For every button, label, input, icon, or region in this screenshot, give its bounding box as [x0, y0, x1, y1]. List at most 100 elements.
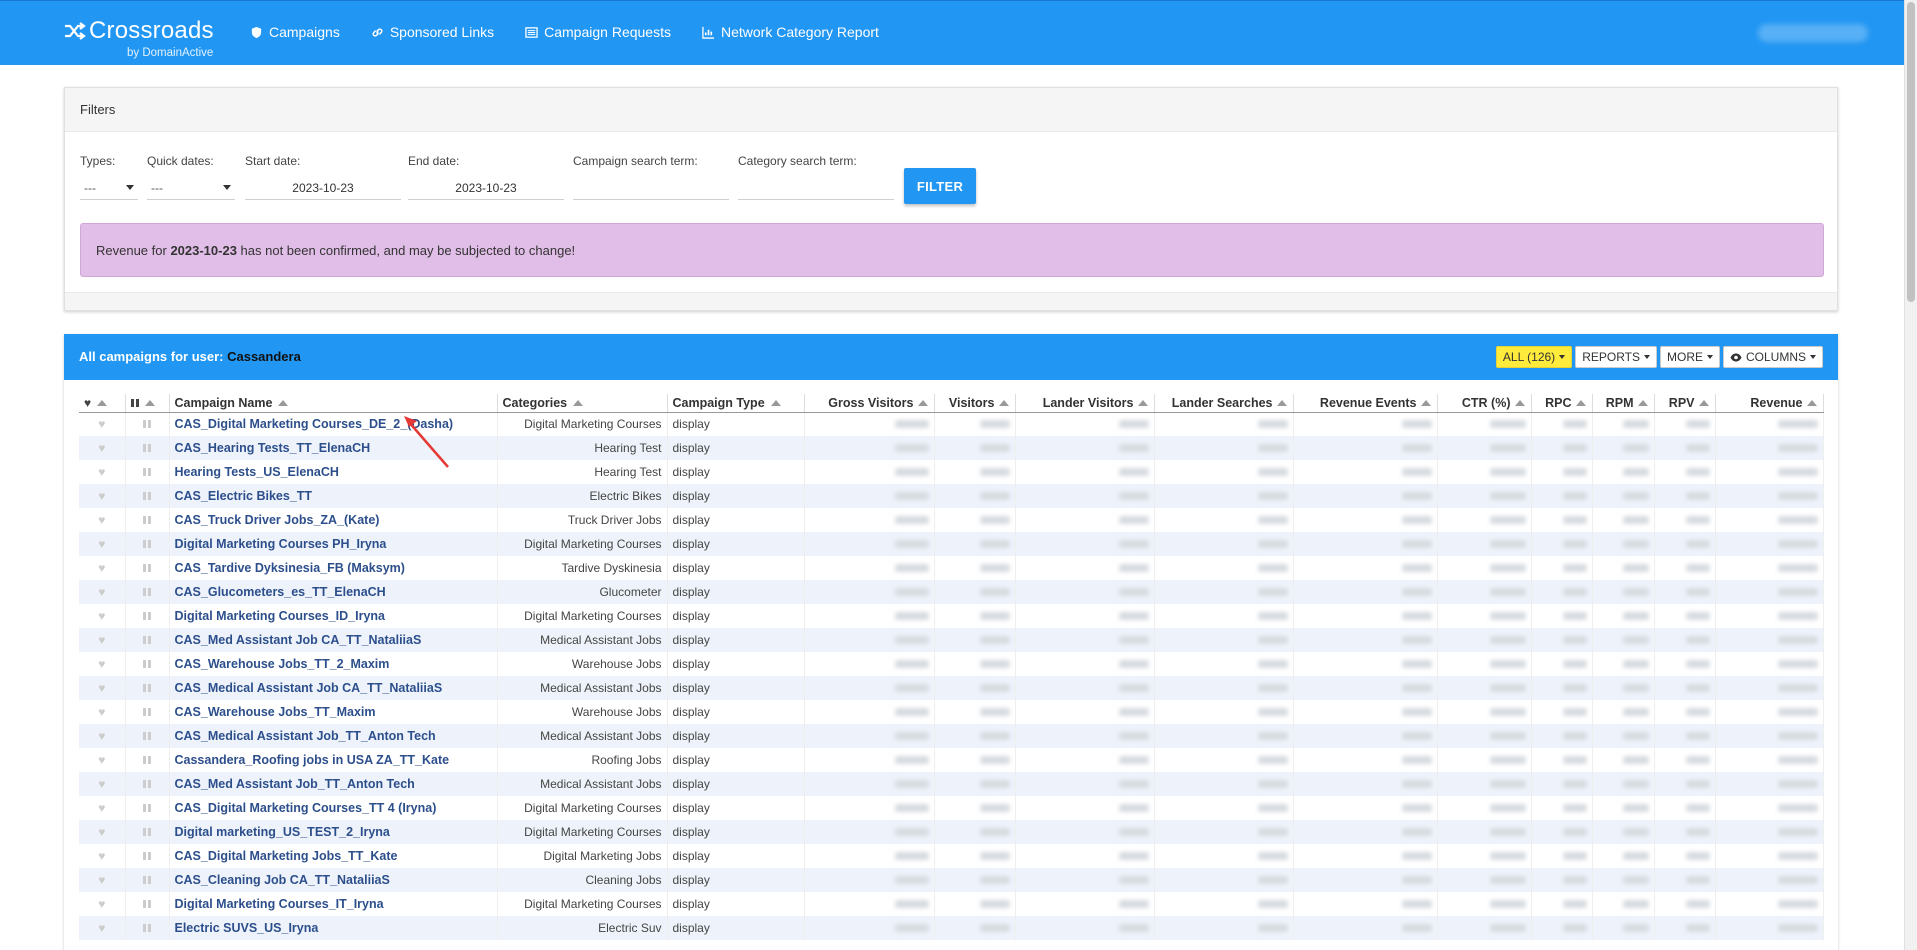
pause-toggle[interactable] — [125, 460, 170, 484]
favorite-toggle[interactable]: ♥ — [79, 676, 126, 700]
favorite-toggle[interactable]: ♥ — [79, 604, 126, 628]
column-header-revenue-events[interactable]: Revenue Events — [1293, 394, 1438, 413]
campaign-link[interactable]: CAS_Tardive Dyksinesia_FB (Maksym) — [175, 561, 405, 575]
campaign-link[interactable]: Electric SUVS_US_Iryna — [175, 921, 319, 935]
campaign-link[interactable]: Hearing Tests_US_ElenaCH — [175, 465, 339, 479]
favorite-toggle[interactable]: ♥ — [79, 868, 126, 892]
campaign-link[interactable]: Digital Marketing Courses_ID_Iryna — [175, 609, 385, 623]
campaign-link[interactable]: CAS_Digital Marketing Courses_TT 4 (Iryn… — [175, 801, 437, 815]
pause-toggle[interactable] — [125, 508, 170, 532]
campaign-link[interactable]: Cassandera_Roofing jobs in USA ZA_TT_Kat… — [175, 753, 450, 767]
campaign-link[interactable]: Digital marketing_US_TEST_2_Iryna — [175, 825, 390, 839]
types-select[interactable]: --- — [80, 174, 138, 200]
campaign-link[interactable]: CAS_Hearing Tests_TT_ElenaCH — [175, 441, 371, 455]
favorite-toggle[interactable]: ♥ — [79, 892, 126, 916]
pause-toggle[interactable] — [125, 820, 170, 844]
favorite-toggle[interactable]: ♥ — [79, 820, 126, 844]
scrollbar-thumb[interactable] — [1907, 2, 1915, 302]
nav-campaign-requests[interactable]: Campaign Requests — [525, 24, 671, 40]
campaign-link[interactable]: CAS_Truck Driver Jobs_ZA_(Kate) — [175, 513, 380, 527]
favorite-toggle[interactable]: ♥ — [79, 700, 126, 724]
pause-toggle[interactable] — [125, 580, 170, 604]
favorite-toggle[interactable]: ♥ — [79, 748, 126, 772]
favorite-toggle[interactable]: ♥ — [79, 508, 126, 532]
column-header-rpm[interactable]: RPM — [1592, 394, 1655, 413]
nav-campaigns[interactable]: Campaigns — [250, 24, 340, 40]
favorite-toggle[interactable]: ♥ — [79, 460, 126, 484]
favorite-toggle[interactable]: ♥ — [79, 724, 126, 748]
pause-toggle[interactable] — [125, 556, 170, 580]
pause-toggle[interactable] — [125, 868, 170, 892]
start-date-input[interactable]: 2023-10-23 — [245, 174, 401, 200]
all-campaigns-button[interactable]: ALL (126) — [1495, 346, 1573, 368]
campaign-link[interactable]: CAS_Cleaning Job CA_TT_NataliiaS — [175, 873, 390, 887]
column-header-gross-visitors[interactable]: Gross Visitors — [804, 394, 935, 413]
column-header-visitors[interactable]: Visitors — [934, 394, 1016, 413]
pause-toggle[interactable] — [125, 532, 170, 556]
column-header-lander-searches[interactable]: Lander Searches — [1154, 394, 1294, 413]
filter-button[interactable]: FILTER — [904, 168, 976, 204]
campaign-link[interactable]: CAS_Warehouse Jobs_TT_2_Maxim — [175, 657, 390, 671]
campaign-link[interactable]: CAS_Medical Assistant Job CA_TT_Nataliia… — [175, 681, 443, 695]
pause-toggle[interactable] — [125, 436, 170, 460]
campaign-search-input[interactable] — [573, 174, 729, 200]
campaign-link[interactable]: CAS_Med Assistant Job CA_TT_NataliiaS — [175, 633, 422, 647]
favorite-toggle[interactable]: ♥ — [79, 580, 126, 604]
category-search-input[interactable] — [738, 174, 894, 200]
campaign-link[interactable]: CAS_Medical Assistant Job_TT_Anton Tech — [175, 729, 436, 743]
redacted-metric-cell — [1715, 868, 1824, 892]
campaign-link[interactable]: CAS_Glucometers_es_TT_ElenaCH — [175, 585, 386, 599]
favorite-toggle[interactable]: ♥ — [79, 652, 126, 676]
end-date-input[interactable]: 2023-10-23 — [408, 174, 564, 200]
column-header-revenue[interactable]: Revenue — [1715, 394, 1824, 413]
reports-button[interactable]: REPORTS — [1575, 346, 1657, 368]
favorite-toggle[interactable]: ♥ — [79, 556, 126, 580]
column-header-lander-visitors[interactable]: Lander Visitors — [1015, 394, 1155, 413]
nav-sponsored-links[interactable]: Sponsored Links — [371, 24, 494, 40]
campaign-link[interactable]: Digital Marketing Courses PH_Iryna — [175, 537, 387, 551]
page-scrollbar[interactable] — [1904, 0, 1917, 950]
pause-toggle[interactable] — [125, 844, 170, 868]
pause-toggle[interactable] — [125, 676, 170, 700]
pause-toggle[interactable] — [125, 796, 170, 820]
pause-toggle[interactable] — [125, 652, 170, 676]
pause-toggle[interactable] — [125, 604, 170, 628]
favorite-toggle[interactable]: ♥ — [79, 844, 126, 868]
campaign-link[interactable]: Digital Marketing Courses_IT_Iryna — [175, 897, 384, 911]
more-button[interactable]: MORE — [1659, 346, 1720, 368]
pause-toggle[interactable] — [125, 772, 170, 796]
campaign-link[interactable]: CAS_Digital Marketing Jobs_TT_Kate — [175, 849, 398, 863]
favorite-toggle[interactable]: ♥ — [79, 436, 126, 460]
favorite-toggle[interactable]: ♥ — [79, 532, 126, 556]
columns-button[interactable]: COLUMNS — [1722, 346, 1823, 368]
favorite-toggle[interactable]: ♥ — [79, 796, 126, 820]
campaign-link[interactable]: CAS_Electric Bikes_TT — [175, 489, 313, 503]
campaign-link[interactable]: CAS_Med Assistant Job_TT_Anton Tech — [175, 777, 415, 791]
favorite-toggle[interactable]: ♥ — [79, 484, 126, 508]
column-header-rpc[interactable]: RPC — [1531, 394, 1593, 413]
favorite-toggle[interactable]: ♥ — [79, 772, 126, 796]
pause-toggle[interactable] — [125, 412, 170, 436]
favorite-toggle[interactable]: ♥ — [79, 412, 126, 436]
user-menu[interactable] — [1758, 24, 1868, 42]
favorite-toggle[interactable]: ♥ — [79, 916, 126, 940]
pause-toggle[interactable] — [125, 748, 170, 772]
pause-toggle[interactable] — [125, 724, 170, 748]
pause-column-header[interactable] — [125, 394, 170, 413]
column-header-campaign-type[interactable]: Campaign Type — [667, 394, 805, 413]
column-header-rpv[interactable]: RPV — [1654, 394, 1716, 413]
pause-toggle[interactable] — [125, 916, 170, 940]
quick-dates-select[interactable]: --- — [147, 174, 235, 200]
brand-logo[interactable]: Crossroads by DomainActive — [64, 19, 214, 59]
pause-toggle[interactable] — [125, 892, 170, 916]
nav-network-category-report[interactable]: Network Category Report — [702, 24, 879, 40]
column-header-ctr[interactable]: CTR (%) — [1437, 394, 1532, 413]
pause-toggle[interactable] — [125, 700, 170, 724]
favorite-toggle[interactable]: ♥ — [79, 628, 126, 652]
campaign-link[interactable]: CAS_Warehouse Jobs_TT_Maxim — [175, 705, 376, 719]
pause-toggle[interactable] — [125, 628, 170, 652]
favorite-column-header[interactable]: ♥ — [79, 394, 126, 413]
pause-toggle[interactable] — [125, 484, 170, 508]
column-header-categories[interactable]: Categories — [497, 394, 668, 413]
column-header-campaign-name[interactable]: Campaign Name — [169, 394, 498, 413]
